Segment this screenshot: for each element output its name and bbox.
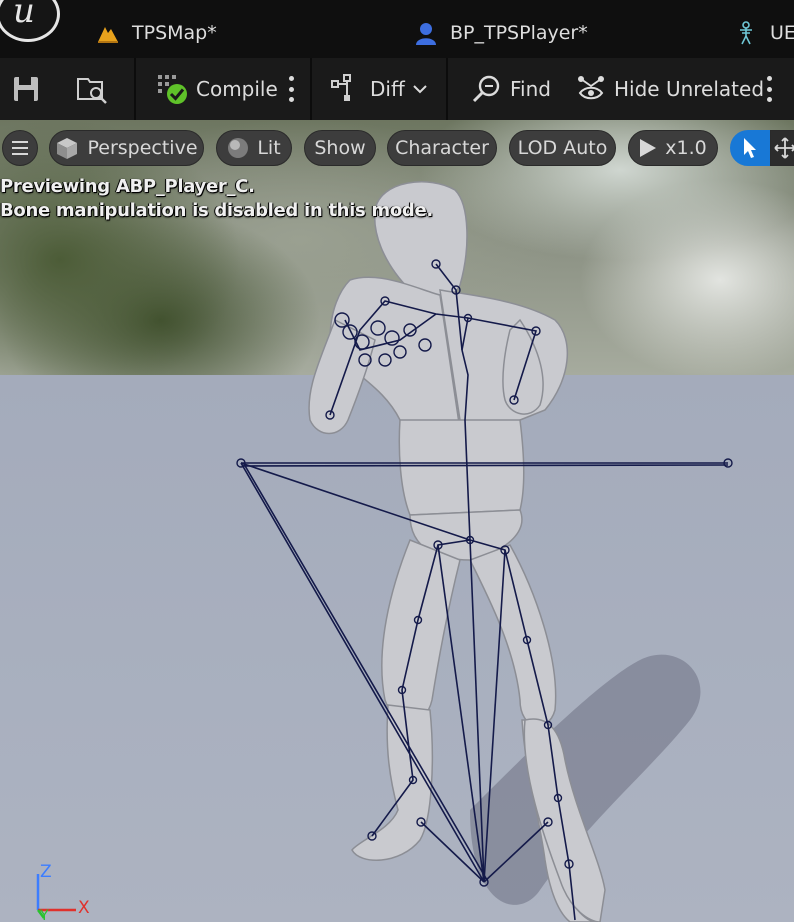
play-icon	[640, 139, 657, 157]
browse-button[interactable]	[76, 70, 108, 108]
lod-label: LOD Auto	[517, 137, 608, 159]
save-icon	[14, 77, 38, 101]
perspective-label: Perspective	[87, 137, 198, 159]
diff-icon	[331, 74, 351, 101]
diff-label: Diff	[370, 77, 405, 101]
speed-label: x1.0	[665, 137, 707, 159]
tab-bp-tpsplayer[interactable]: BP_TPSPlayer*	[414, 18, 588, 48]
document-tab-bar: u TPSMap* BP_TPSPlayer* UE	[0, 0, 794, 58]
playback-speed-button[interactable]: x1.0	[628, 130, 718, 166]
unreal-logo-icon[interactable]: u	[0, 0, 60, 42]
move-arrows-icon	[774, 137, 794, 159]
character-button[interactable]: Character	[387, 130, 497, 166]
blueprint-toolbar: Compile Diff Find Hide Unrelated	[0, 58, 794, 120]
tab-skeleton[interactable]: UE	[734, 18, 794, 48]
tab-tpsmap[interactable]: TPSMap*	[96, 18, 217, 48]
compile-options-button[interactable]	[286, 76, 296, 102]
character-preview	[236, 181, 733, 922]
axis-x-label: X	[78, 898, 90, 918]
compile-button[interactable]: Compile	[156, 70, 278, 108]
character-label: Character	[395, 137, 489, 159]
compile-status-icon	[158, 75, 187, 104]
perspective-button[interactable]: Perspective	[49, 130, 204, 166]
translate-mode-button[interactable]	[770, 130, 794, 166]
bone-manipulation-notice: Bone manipulation is disabled in this mo…	[0, 200, 433, 221]
find-label: Find	[510, 77, 551, 101]
lit-label: Lit	[257, 137, 281, 159]
toolbar-separator	[310, 58, 312, 120]
preview-viewport[interactable]: Perspective Lit Show Character LOD Auto …	[0, 120, 794, 922]
search-icon	[472, 75, 500, 103]
save-button[interactable]	[12, 70, 40, 108]
preview-status-text: Previewing ABP_Player_C.	[0, 176, 255, 197]
blueprint-actor-icon	[416, 23, 436, 45]
find-button[interactable]: Find	[472, 70, 551, 108]
cursor-icon	[744, 138, 756, 158]
toolbar-separator	[446, 58, 448, 120]
tab-label: TPSMap*	[132, 22, 217, 44]
skeleton-icon	[740, 21, 752, 45]
compile-label: Compile	[196, 77, 278, 101]
tab-label: UE	[770, 22, 794, 44]
hide-unrelated-icon	[578, 76, 604, 100]
lit-button[interactable]: Lit	[216, 130, 292, 166]
show-label: Show	[314, 137, 366, 159]
tab-label: BP_TPSPlayer*	[450, 22, 588, 44]
lit-sphere-icon	[228, 138, 249, 158]
more-options-button[interactable]	[764, 76, 774, 102]
viewport-toolbar: Perspective Lit Show Character LOD Auto …	[0, 130, 794, 168]
browse-icon	[77, 78, 107, 104]
select-mode-button[interactable]	[730, 130, 770, 166]
show-button[interactable]: Show	[304, 130, 376, 166]
hide-unrelated-button[interactable]: Hide Unrelated	[576, 70, 764, 108]
cube-icon	[57, 138, 78, 159]
axis-gizmo: Z X Y	[30, 860, 100, 922]
hamburger-icon	[12, 141, 28, 155]
level-icon	[98, 27, 118, 43]
axis-z-label: Z	[40, 862, 52, 882]
lod-button[interactable]: LOD Auto	[509, 130, 616, 166]
chevron-down-icon	[413, 85, 427, 94]
diff-button[interactable]: Diff	[330, 70, 427, 108]
viewport-menu-button[interactable]	[2, 130, 38, 166]
axis-y-label: Y	[40, 908, 49, 922]
toolbar-separator	[134, 58, 136, 120]
hide-unrelated-label: Hide Unrelated	[614, 77, 765, 101]
